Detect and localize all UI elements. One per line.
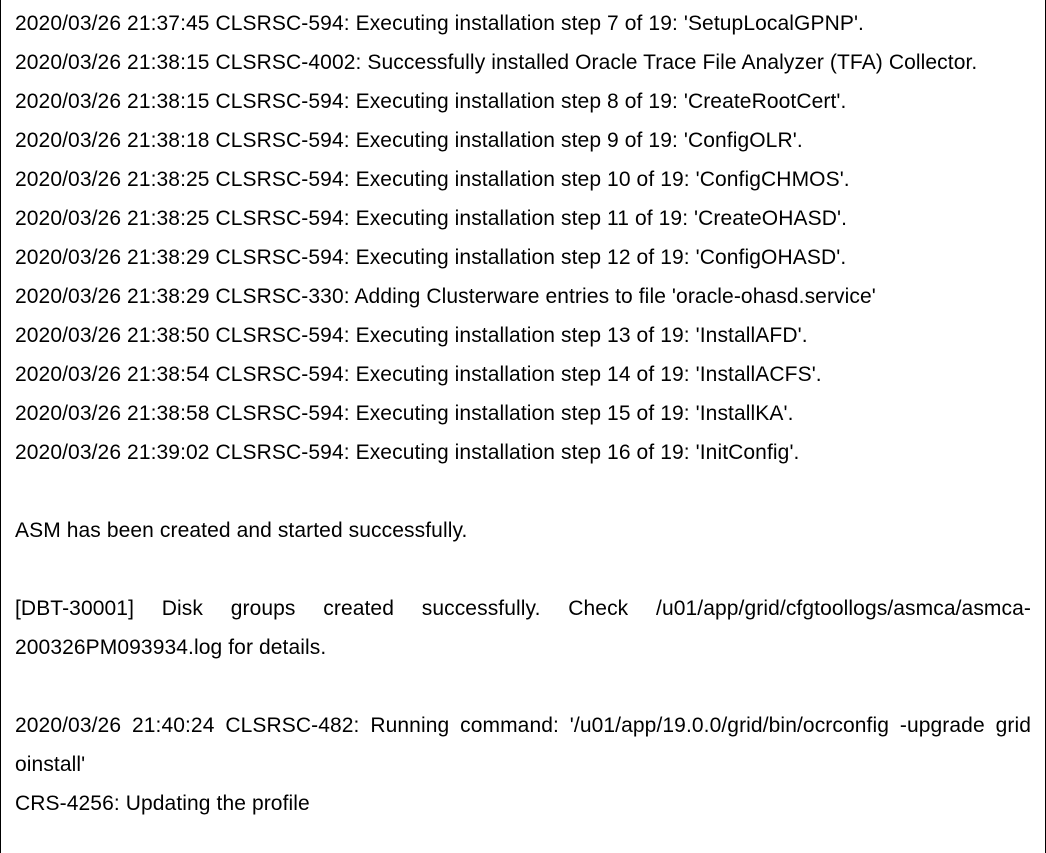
log-line: 2020/03/26 21:38:15 CLSRSC-594: Executin… <box>15 82 1031 121</box>
log-line: 2020/03/26 21:38:25 CLSRSC-594: Executin… <box>15 199 1031 238</box>
log-line: 2020/03/26 21:39:02 CLSRSC-594: Executin… <box>15 433 1031 472</box>
log-page: 2020/03/26 21:37:45 CLSRSC-594: Executin… <box>0 0 1046 853</box>
asm-message: ASM has been created and started success… <box>15 511 1031 550</box>
log-line: 2020/03/26 21:38:54 CLSRSC-594: Executin… <box>15 355 1031 394</box>
log-line: 2020/03/26 21:38:15 CLSRSC-4002: Success… <box>15 43 1031 82</box>
log-line: 2020/03/26 21:38:50 CLSRSC-594: Executin… <box>15 316 1031 355</box>
blank-line <box>15 667 1031 706</box>
log-line: 2020/03/26 21:38:25 CLSRSC-594: Executin… <box>15 160 1031 199</box>
blank-line <box>15 550 1031 589</box>
log-line: 2020/03/26 21:38:29 CLSRSC-594: Executin… <box>15 238 1031 277</box>
log-line: 2020/03/26 21:38:29 CLSRSC-330: Adding C… <box>15 277 1031 316</box>
log-line: 2020/03/26 21:38:58 CLSRSC-594: Executin… <box>15 394 1031 433</box>
log-line: 2020/03/26 21:37:45 CLSRSC-594: Executin… <box>15 4 1031 43</box>
command-message: 2020/03/26 21:40:24 CLSRSC-482: Running … <box>15 706 1031 784</box>
log-line: 2020/03/26 21:38:18 CLSRSC-594: Executin… <box>15 121 1031 160</box>
dbt-message: [DBT-30001] Disk groups created successf… <box>15 589 1031 667</box>
blank-line <box>15 472 1031 511</box>
crs-message: CRS-4256: Updating the profile <box>15 784 1031 823</box>
